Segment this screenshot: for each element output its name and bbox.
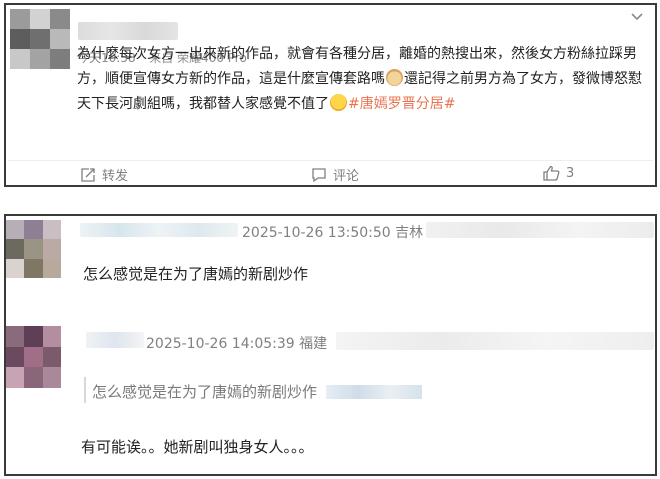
username-blurred	[426, 222, 654, 238]
comment-location: 吉林	[395, 225, 424, 241]
comment-text: 怎么感觉是在为了唐嫣的新剧炒作	[83, 265, 309, 283]
repost-button[interactable]: 转发	[80, 165, 128, 184]
repost-label: 转发	[102, 169, 129, 184]
post-card: 今天10:58 来自 荣耀400 Pro 為什麼每次女方一出來新的作品，就會有各…	[4, 3, 657, 187]
avatar[interactable]	[10, 9, 70, 69]
quote-bar	[84, 377, 86, 403]
quoted-comment: 怎么感觉是在为了唐嫣的新剧炒作	[92, 381, 422, 402]
like-button[interactable]: 3	[543, 165, 574, 181]
post-body: 為什麼每次女方一出來新的作品，就會有各種分居，離婚的熱搜出來，然後女方粉絲拉踩男…	[77, 42, 652, 117]
comment-text: 有可能诶。。她新剧叫独身女人。。。	[81, 438, 314, 456]
username-blurred[interactable]	[80, 223, 238, 237]
comment-location: 福建	[299, 336, 328, 352]
username-blurred[interactable]	[78, 22, 178, 40]
comment-timestamp: 2025-10-26 13:50:50	[242, 225, 391, 241]
comment-label: 评论	[333, 169, 360, 184]
like-count: 3	[566, 165, 575, 181]
avatar[interactable]	[6, 326, 61, 388]
repost-icon	[81, 167, 95, 182]
username-blurred[interactable]	[86, 332, 144, 348]
username-blurred	[336, 332, 654, 350]
quoted-username-blurred[interactable]	[325, 385, 422, 399]
doge-emoji-icon	[386, 69, 403, 86]
comment-button[interactable]: 评论	[311, 165, 359, 184]
thumbs-up-icon	[543, 165, 560, 181]
divider	[8, 160, 653, 161]
avatar[interactable]	[6, 220, 61, 278]
comment-timestamp: 2025-10-26 14:05:39	[146, 336, 295, 352]
comment-icon	[312, 167, 326, 182]
smile-emoji-icon	[330, 94, 347, 111]
hashtag-link[interactable]: #唐嫣罗晋分居#	[348, 96, 455, 112]
quoted-comment-text: 怎么感觉是在为了唐嫣的新剧炒作	[92, 383, 318, 401]
chevron-down-icon[interactable]	[631, 13, 643, 21]
